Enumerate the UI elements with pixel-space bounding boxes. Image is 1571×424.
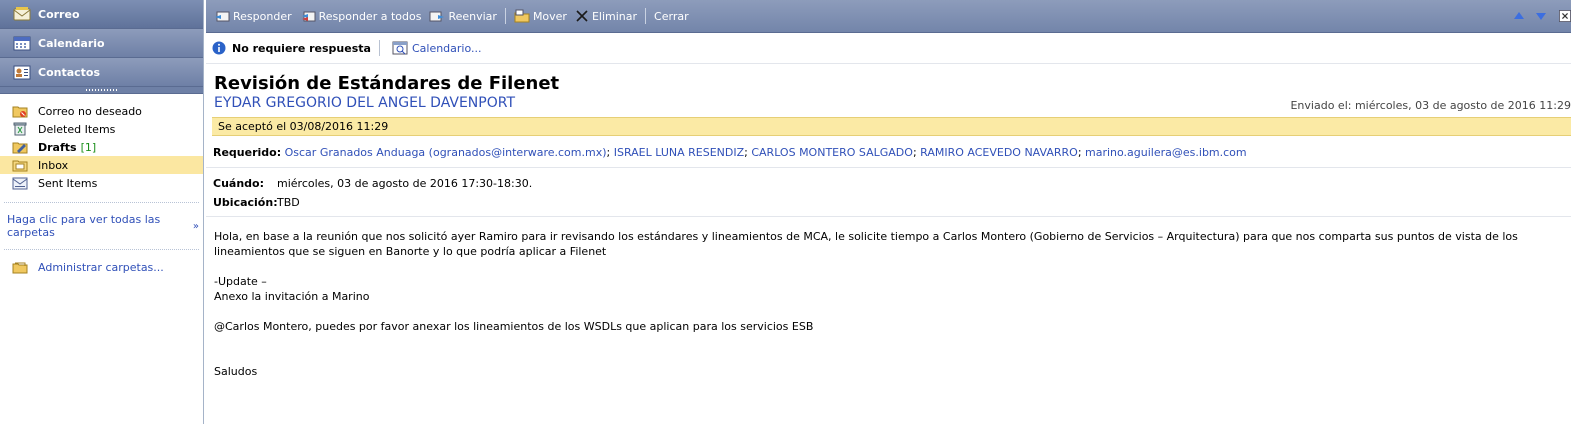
folder-label: Deleted Items (38, 122, 116, 136)
trash-icon (13, 122, 27, 136)
sender-row: EYDAR GREGORIO DEL ANGEL DAVENPORT Envia… (206, 95, 1571, 115)
folder-inbox[interactable]: Inbox (0, 156, 203, 174)
response-label: No requiere respuesta (232, 41, 371, 55)
attendee-link[interactable]: ISRAEL LUNA RESENDIZ (614, 146, 744, 159)
reply-button[interactable]: Responder (210, 9, 296, 23)
location-label: Ubicación: (213, 196, 278, 209)
folder-label: Drafts (38, 140, 77, 154)
inbox-icon (12, 160, 28, 172)
unread-count: [1] (80, 140, 97, 154)
forward-icon (429, 9, 445, 23)
attendee-link[interactable]: Oscar Granados Anduaga (ogranados@interw… (285, 146, 607, 159)
calendar-link-label: Calendario... (411, 41, 482, 55)
reply-icon (214, 9, 230, 23)
calendar-view-icon (392, 41, 408, 55)
forward-button[interactable]: Reenviar (425, 9, 501, 23)
sidebar: Correo Calendario Contactos Correo no de… (0, 0, 204, 424)
response-bar: No requiere respuesta Calendario... (206, 33, 1571, 64)
body-paragraph: Hola, en base a la reunión que nos solic… (214, 230, 1518, 258)
calendar-icon (12, 35, 32, 51)
nav-label: Contactos (38, 65, 101, 79)
folder-label: Correo no deseado (38, 104, 142, 118)
folder-junk[interactable]: Correo no deseado (0, 102, 203, 120)
toolbar-right (1513, 9, 1571, 23)
location-row: Ubicación:TBD (206, 193, 1571, 217)
required-attendees: Requerido: Oscar Granados Anduaga (ogran… (206, 136, 1571, 168)
next-item-icon[interactable] (1535, 10, 1547, 22)
toolbar-separator (645, 8, 647, 24)
manage-folders-link[interactable]: Administrar carpetas... (0, 250, 203, 274)
toolbar: Responder Responder a todos Reenviar Mov… (206, 0, 1571, 33)
reply-all-button[interactable]: Responder a todos (296, 9, 426, 23)
toolbar-separator (504, 8, 506, 24)
delete-button[interactable]: Eliminar (571, 9, 641, 23)
location-value: TBD (277, 196, 300, 209)
nav-label: Correo (38, 7, 80, 21)
reading-pane: Responder Responder a todos Reenviar Mov… (206, 0, 1571, 424)
folder-label: Sent Items (38, 176, 98, 190)
move-label: Mover (532, 9, 567, 23)
sent-date: Enviado el: miércoles, 03 de agosto de 2… (1290, 99, 1571, 112)
folder-label: Inbox (38, 158, 69, 172)
close-button[interactable]: Cerrar (650, 10, 693, 23)
body-paragraph: -Update – (214, 275, 267, 288)
delete-x-icon (575, 9, 589, 23)
when-row: Cuándo: miércoles, 03 de agosto de 2016 1… (206, 168, 1571, 193)
mail-envelope-icon (12, 6, 32, 22)
nav-contactos[interactable]: Contactos (0, 58, 203, 87)
forward-label: Reenviar (448, 9, 497, 23)
sender-name[interactable]: EYDAR GREGORIO DEL ANGEL DAVENPORT (214, 95, 515, 111)
delete-label: Eliminar (591, 9, 638, 23)
message-subject: Revisión de Estándares de Filenet (214, 73, 560, 94)
contact-card-icon (12, 64, 32, 80)
sent-items-icon (12, 177, 28, 190)
attendee-link[interactable]: RAMIRO ACEVEDO NAVARRO (920, 146, 1078, 159)
double-chevron-down-icon: » (192, 220, 199, 232)
attendee-link[interactable]: marino.aguilera@es.ibm.com (1085, 146, 1247, 159)
move-icon (514, 9, 530, 23)
response-status: No requiere respuesta (212, 41, 371, 55)
reply-label: Responder (233, 9, 292, 23)
nav-label: Calendario (38, 36, 105, 50)
all-folders-link[interactable]: Haga clic para ver todas las carpetas » (4, 203, 199, 250)
reply-all-icon (300, 9, 316, 23)
folder-sent[interactable]: Sent Items (0, 174, 203, 192)
previous-item-icon[interactable] (1513, 10, 1525, 22)
body-paragraph: Anexo la invitación a Marino (214, 290, 370, 303)
required-label: Requerido: (213, 146, 282, 159)
body-paragraph: Saludos (214, 365, 258, 378)
folder-deleted[interactable]: Deleted Items (0, 120, 203, 138)
drafts-icon (12, 142, 28, 154)
folder-list: Correo no deseado Deleted Items Drafts [… (0, 94, 203, 192)
nav-correo[interactable]: Correo (0, 0, 203, 29)
body-paragraph: @Carlos Montero, puedes por favor anexar… (214, 320, 814, 333)
when-value: miércoles, 03 de agosto de 2016 17:30-18… (277, 177, 533, 190)
divider (378, 40, 380, 56)
close-label: Cerrar (654, 9, 689, 23)
reply-all-label: Responder a todos (318, 9, 422, 23)
all-folders-label: Haga clic para ver todas las carpetas (7, 213, 161, 239)
accepted-banner: Se aceptó el 03/08/2016 11:29 (212, 117, 1571, 136)
calendar-link[interactable]: Calendario... (392, 41, 482, 55)
resize-grip[interactable] (0, 87, 203, 94)
when-label: Cuándo: (213, 177, 264, 190)
manage-folders-label: Administrar carpetas... (38, 260, 164, 274)
move-button[interactable]: Mover (510, 9, 571, 23)
close-window-icon[interactable] (1559, 9, 1571, 23)
info-icon (212, 41, 226, 55)
manage-folders-icon (12, 262, 28, 274)
junk-folder-icon (12, 106, 28, 118)
attendee-link[interactable]: CARLOS MONTERO SALGADO (751, 146, 913, 159)
message-body: Hola, en base a la reunión que nos solic… (206, 217, 1571, 379)
folder-drafts[interactable]: Drafts [1] (0, 138, 203, 156)
nav-calendario[interactable]: Calendario (0, 29, 203, 58)
